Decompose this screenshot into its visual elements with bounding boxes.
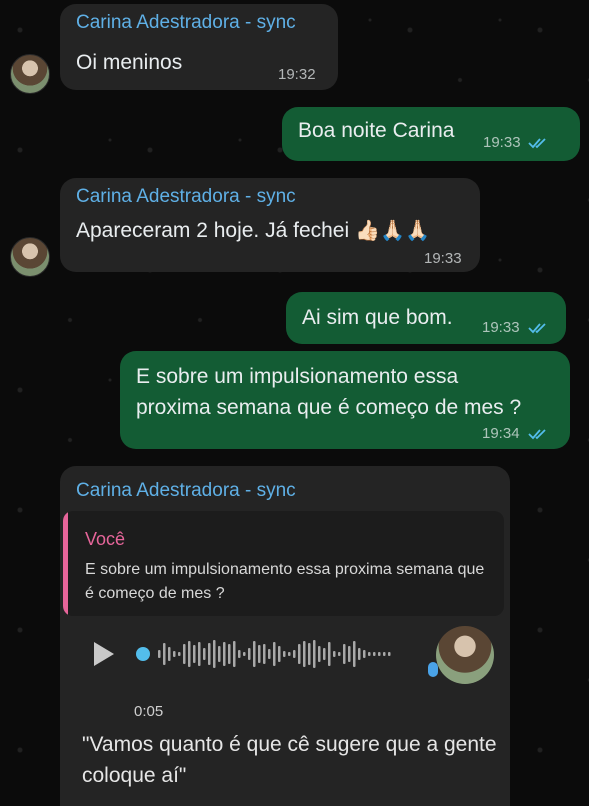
waveform-bar bbox=[273, 642, 276, 666]
waveform-bar bbox=[293, 650, 296, 658]
waveform-bar bbox=[343, 644, 346, 664]
voice-duration: 0:05 bbox=[134, 703, 164, 720]
waveform-bar bbox=[303, 641, 306, 667]
voice-transcript: "Vamos quanto é que cê sugere que a gent… bbox=[82, 733, 497, 787]
waveform-bar bbox=[188, 641, 191, 667]
message-text: Apareceram 2 hoje. Já fechei 👍🏻🙏🏻🙏🏻 bbox=[76, 216, 430, 246]
waveform-bar bbox=[333, 651, 336, 657]
waveform-bar bbox=[238, 650, 241, 658]
waveform-bar bbox=[373, 652, 376, 656]
waveform-bar bbox=[268, 649, 271, 659]
voice-sender-avatar[interactable] bbox=[436, 626, 494, 684]
waveform-bar bbox=[363, 650, 366, 658]
waveform-bar bbox=[338, 652, 341, 656]
waveform-bar bbox=[308, 643, 311, 665]
waveform-bar bbox=[223, 642, 226, 666]
waveform-bar bbox=[183, 644, 186, 664]
outgoing-message-bubble[interactable]: Ai sim que bom. 19:33 bbox=[286, 292, 566, 344]
microphone-icon bbox=[428, 662, 438, 677]
waveform-bar bbox=[258, 645, 261, 663]
sender-name[interactable]: Carina Adestradora - sync bbox=[76, 186, 296, 208]
waveform-bar bbox=[168, 647, 171, 661]
incoming-message-bubble[interactable]: Carina Adestradora - sync Apareceram 2 h… bbox=[60, 178, 480, 272]
contact-avatar[interactable] bbox=[10, 54, 50, 94]
waveform-bar bbox=[298, 644, 301, 664]
waveform-bar bbox=[208, 643, 211, 665]
message-time: 19:33 bbox=[482, 319, 520, 336]
waveform-bar bbox=[253, 641, 256, 667]
waveform-bar bbox=[278, 646, 281, 662]
waveform-bar bbox=[313, 640, 316, 668]
waveform-bar bbox=[328, 642, 331, 666]
waveform-bar bbox=[263, 644, 266, 664]
waveform-bar bbox=[218, 646, 221, 662]
message-text-body: Apareceram 2 hoje. Já fechei bbox=[76, 219, 350, 242]
waveform-bar bbox=[283, 651, 286, 657]
sender-name[interactable]: Carina Adestradora - sync bbox=[76, 12, 296, 34]
message-text: Ai sim que bom. bbox=[302, 306, 453, 329]
incoming-message-bubble[interactable]: Carina Adestradora - sync Oi meninos 19:… bbox=[60, 4, 338, 90]
quoted-reply[interactable]: Você E sobre um impulsionamento essa pro… bbox=[63, 511, 504, 616]
waveform-bar bbox=[353, 641, 356, 667]
outgoing-message-bubble[interactable]: E sobre um impulsionamento essa proxima … bbox=[120, 351, 570, 449]
waveform-bar bbox=[378, 652, 381, 656]
waveform-bar bbox=[318, 646, 321, 662]
message-time: 19:33 bbox=[483, 134, 521, 151]
emoji-reaction-text: 👍🏻🙏🏻🙏🏻 bbox=[355, 220, 430, 242]
contact-avatar[interactable] bbox=[10, 237, 50, 277]
playback-position-dot bbox=[136, 647, 150, 661]
waveform-bar bbox=[213, 640, 216, 668]
message-time: 19:33 bbox=[424, 250, 462, 267]
waveform-bar bbox=[203, 648, 206, 660]
message-text: Oi meninos bbox=[76, 51, 183, 74]
waveform-bar bbox=[243, 652, 246, 656]
message-text: Boa noite Carina bbox=[298, 119, 455, 142]
waveform-bar bbox=[173, 651, 176, 657]
waveform-bar bbox=[368, 652, 371, 656]
waveform-bar bbox=[248, 648, 251, 660]
quote-text: E sobre um impulsionamento essa proxima … bbox=[85, 561, 485, 602]
read-receipt-icon bbox=[528, 138, 546, 149]
message-time: 19:34 bbox=[482, 425, 520, 442]
waveform-bar bbox=[163, 643, 166, 665]
play-button-icon[interactable] bbox=[94, 642, 114, 666]
quote-accent-bar bbox=[63, 511, 68, 616]
waveform-bar bbox=[288, 652, 291, 656]
outgoing-message-bubble[interactable]: Boa noite Carina 19:33 bbox=[282, 107, 580, 161]
voice-waveform[interactable] bbox=[134, 636, 409, 672]
waveform-bar bbox=[198, 642, 201, 666]
message-time: 19:32 bbox=[278, 66, 316, 83]
quote-author: Você bbox=[85, 529, 126, 549]
waveform-bar bbox=[158, 650, 161, 658]
message-text-line: E sobre um impulsionamento essa bbox=[136, 365, 459, 388]
waveform-bar bbox=[348, 646, 351, 662]
waveform-bar bbox=[358, 648, 361, 660]
waveform-bar bbox=[178, 652, 181, 656]
waveform-bar bbox=[388, 652, 391, 656]
waveform-bar bbox=[193, 645, 196, 663]
sender-name[interactable]: Carina Adestradora - sync bbox=[76, 480, 296, 502]
read-receipt-icon bbox=[528, 323, 546, 334]
read-receipt-icon bbox=[528, 429, 546, 440]
waveform-bar bbox=[228, 644, 231, 664]
message-text-line: proxima semana que é começo de mes ? bbox=[136, 396, 522, 419]
waveform-bar bbox=[383, 652, 386, 656]
waveform-bar bbox=[233, 641, 236, 667]
waveform-bar bbox=[323, 648, 326, 660]
